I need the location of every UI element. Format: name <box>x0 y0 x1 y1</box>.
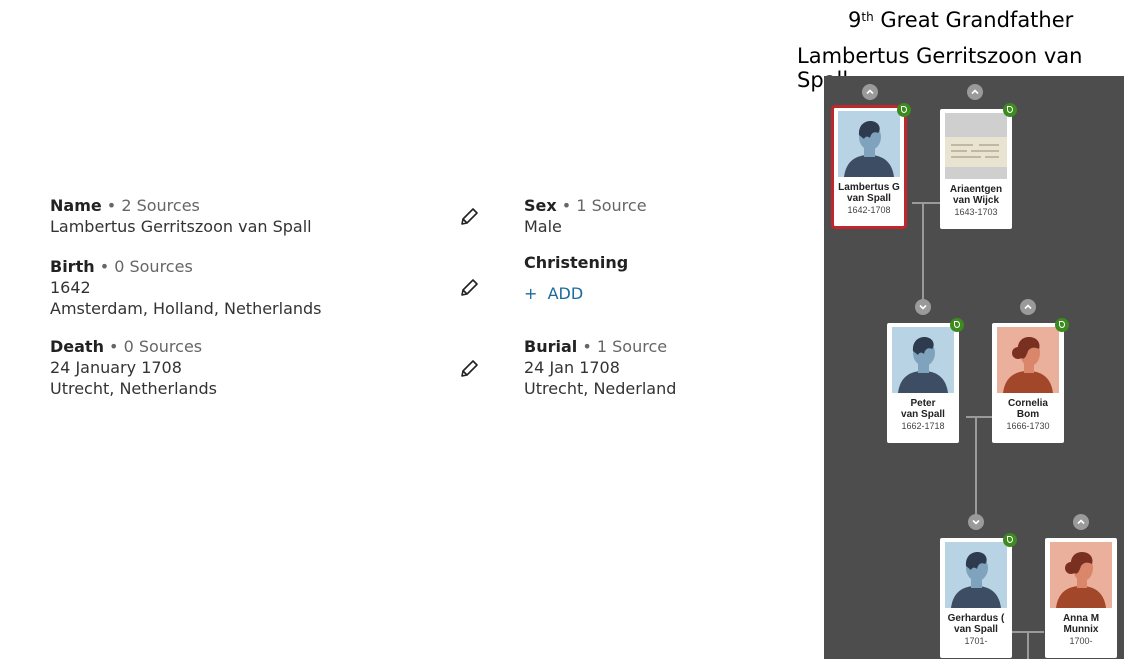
person-lifespan: 1643-1703 <box>954 207 998 217</box>
source-count[interactable]: • 2 Sources <box>102 196 200 215</box>
fact-place: Utrecht, Netherlands <box>50 379 217 398</box>
source-count[interactable]: • 1 Source <box>557 196 647 215</box>
record-hint-leaf-icon[interactable] <box>1055 318 1069 332</box>
person-lifespan: 1701- <box>964 636 988 646</box>
male-avatar-icon <box>892 327 954 393</box>
female-avatar-icon <box>997 327 1059 393</box>
fact-place: Utrecht, Nederland <box>524 379 677 398</box>
fact-death: Death • 0 Sources 24 January 1708 Utrech… <box>50 336 217 399</box>
person-name-line1: Anna M <box>1062 613 1100 624</box>
fact-sex: Sex • 1 Source Male <box>524 195 647 237</box>
fact-label: Name <box>50 196 102 215</box>
person-name-line1: Peter <box>910 398 936 409</box>
edit-name-pencil-icon[interactable] <box>458 206 480 228</box>
record-hint-leaf-icon[interactable] <box>1003 103 1017 117</box>
relationship-text: Great Grandfather <box>873 8 1074 32</box>
fact-date: 24 January 1708 <box>50 358 182 377</box>
relationship-title: 9th Great Grandfather <box>848 8 1073 32</box>
edit-death-pencil-icon[interactable] <box>458 358 480 380</box>
fact-place: Amsterdam, Holland, Netherlands <box>50 299 322 318</box>
expand-parents-chevron-up-icon[interactable] <box>967 84 983 100</box>
source-count[interactable]: • 1 Source <box>577 337 667 356</box>
person-name-line2: Bom <box>1016 409 1040 420</box>
person-card[interactable]: Gerhardus ( van Spall 1701- <box>940 538 1012 658</box>
source-count[interactable]: • 0 Sources <box>95 257 193 276</box>
descent-line <box>922 203 924 307</box>
person-lifespan: 1662-1718 <box>901 421 945 431</box>
person-name-line2: van Spall <box>847 193 891 204</box>
person-card[interactable]: Peter van Spall 1662-1718 <box>887 323 959 443</box>
edit-birth-pencil-icon[interactable] <box>458 277 480 299</box>
record-hint-leaf-icon[interactable] <box>950 318 964 332</box>
relationship-number: 9 <box>848 8 862 32</box>
person-card[interactable]: Lambertus G van Spall 1642-1708 <box>831 105 907 229</box>
descent-line <box>1027 632 1029 659</box>
fact-burial: Burial • 1 Source 24 Jan 1708 Utrecht, N… <box>524 336 676 399</box>
couple-connector <box>912 202 942 204</box>
fact-value: Lambertus Gerritszoon van Spall <box>50 217 312 236</box>
fact-christening: Christening + ADD <box>524 252 628 304</box>
record-hint-leaf-icon[interactable] <box>1003 533 1017 547</box>
fact-date: 1642 <box>50 278 91 297</box>
fact-label: Death <box>50 337 104 356</box>
fact-label: Burial <box>524 337 578 356</box>
person-card[interactable]: Anna M Munnix 1700- <box>1045 538 1117 658</box>
person-name-line2: van Spall <box>901 409 945 420</box>
male-avatar-icon <box>945 542 1007 608</box>
add-christening-button[interactable]: + ADD <box>524 283 628 304</box>
female-avatar-icon <box>1050 542 1112 608</box>
collapse-chevron-down-icon[interactable] <box>968 514 984 530</box>
record-hint-leaf-icon[interactable] <box>897 103 911 117</box>
fact-birth: Birth • 0 Sources 1642 Amsterdam, Hollan… <box>50 256 322 319</box>
fact-label: Christening <box>524 253 629 272</box>
person-lifespan: 1700- <box>1069 636 1093 646</box>
fact-date: 24 Jan 1708 <box>524 358 620 377</box>
person-name-line1: Ariaentgen <box>949 184 1003 195</box>
person-name-line2: Munnix <box>1063 624 1099 635</box>
person-lifespan: 1666-1730 <box>1006 421 1050 431</box>
document-photo-icon <box>945 113 1007 179</box>
person-name-line1: Lambertus G <box>838 182 900 193</box>
person-name-line1: Cornelia <box>1007 398 1048 409</box>
descent-line <box>975 417 977 521</box>
source-count[interactable]: • 0 Sources <box>104 337 202 356</box>
person-name-line2: van Spall <box>954 624 998 635</box>
person-card[interactable]: Cornelia Bom 1666-1730 <box>992 323 1064 443</box>
family-tree-panel[interactable]: Lambertus G van Spall 1642-1708 Ariaentg… <box>824 76 1124 659</box>
fact-label: Birth <box>50 257 95 276</box>
person-lifespan: 1642-1708 <box>847 205 891 215</box>
fact-label: Sex <box>524 196 557 215</box>
fact-value: Male <box>524 217 562 236</box>
person-name-line2: van Wijck <box>952 195 1000 206</box>
person-card[interactable]: Ariaentgen van Wijck 1643-1703 <box>940 109 1012 229</box>
male-avatar-icon <box>838 111 900 177</box>
expand-parents-chevron-up-icon[interactable] <box>1020 299 1036 315</box>
fact-name: Name • 2 Sources Lambertus Gerritszoon v… <box>50 195 312 237</box>
expand-parents-chevron-up-icon[interactable] <box>1073 514 1089 530</box>
expand-parents-chevron-up-icon[interactable] <box>862 84 878 100</box>
relationship-suffix: th <box>861 10 874 24</box>
person-name-line1: Gerhardus ( <box>947 613 1005 624</box>
collapse-chevron-down-icon[interactable] <box>915 299 931 315</box>
